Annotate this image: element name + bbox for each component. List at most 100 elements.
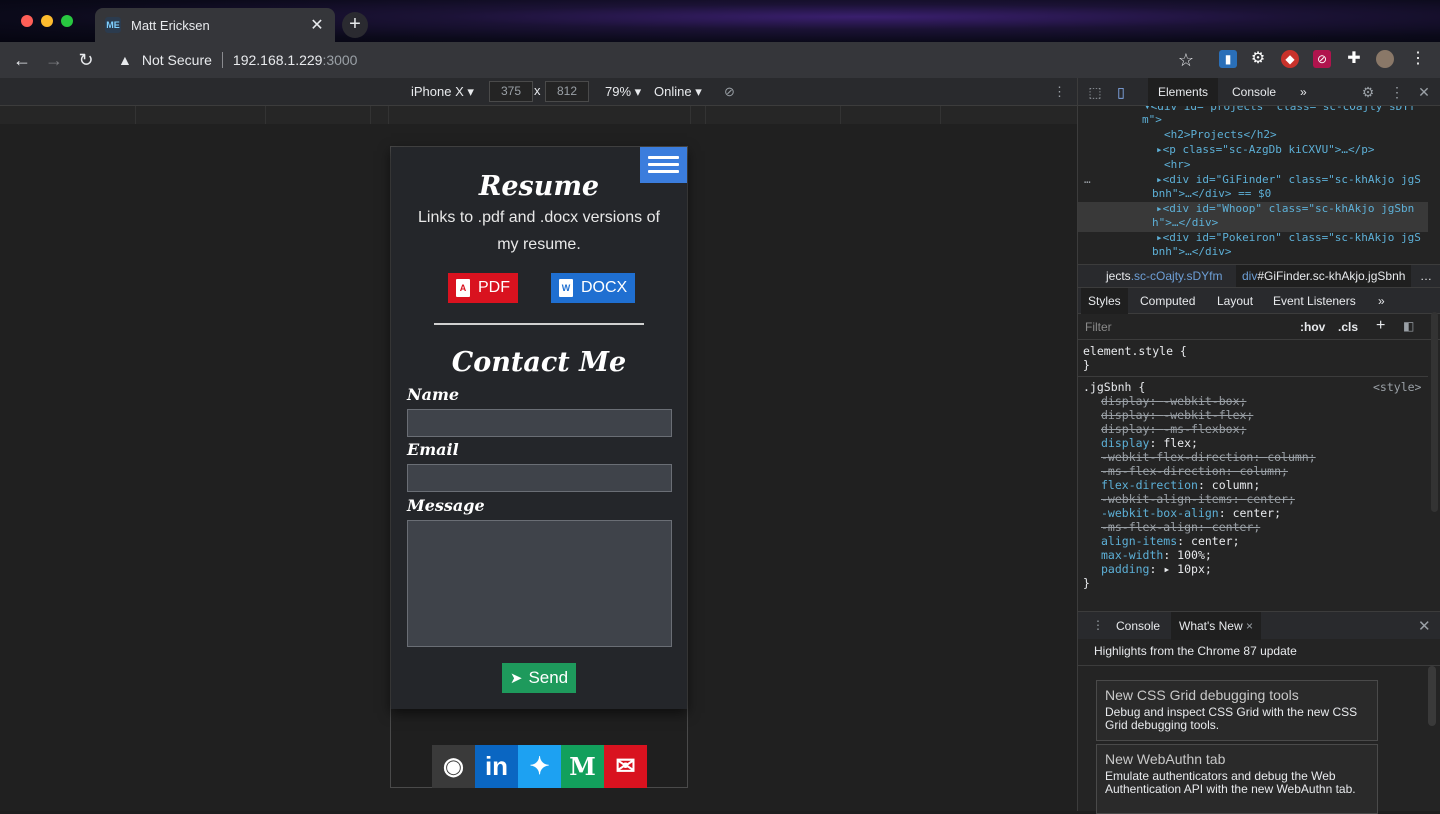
rule-selector[interactable]: .jgSbnh { [1083, 380, 1145, 394]
css-declaration[interactable]: align-items: center; [1101, 534, 1240, 548]
send-button[interactable]: ➤ Send [502, 663, 576, 693]
forward-icon[interactable]: → [44, 50, 64, 70]
toggle-sidebar-icon[interactable]: ◧ [1403, 319, 1414, 333]
email-icon[interactable]: ✉ [604, 745, 647, 788]
back-icon[interactable]: ← [12, 50, 32, 70]
drawer-tab-console[interactable]: Console [1116, 619, 1160, 633]
css-declaration[interactable]: display: -webkit-flex; [1101, 408, 1253, 422]
dom-line[interactable]: h">…</div> [1152, 216, 1218, 230]
zoom-select[interactable]: 79% ▾ [605, 84, 641, 100]
whats-new-card[interactable]: New WebAuthn tab Emulate authenticators … [1096, 744, 1378, 814]
twitter-icon[interactable]: ✦ [518, 745, 561, 788]
drawer-menu-icon[interactable]: ⋮ [1092, 618, 1104, 632]
bookmark-star-icon[interactable]: ☆ [1176, 50, 1196, 70]
css-declaration[interactable]: padding: ▸ 10px; [1101, 562, 1212, 576]
profile-avatar[interactable] [1376, 50, 1394, 68]
css-declaration[interactable]: -webkit-flex-direction: column; [1101, 450, 1316, 464]
dom-line[interactable]: <hr> [1164, 158, 1191, 172]
browser-tab[interactable]: ME Matt Ericksen ✕ [95, 8, 335, 42]
email-label: Email [407, 440, 459, 459]
docx-label: DOCX [581, 279, 628, 296]
message-textarea[interactable] [407, 520, 672, 647]
divider [221, 52, 223, 68]
device-toggle-icon[interactable]: ▯ [1112, 83, 1130, 101]
dom-line-selected[interactable]: ▸<div id="GiFinder" class="sc-khAkjo jgS [1156, 173, 1421, 187]
dom-line[interactable]: ▾<div id="projects" class="sc-cOajty sDY… [1144, 106, 1416, 114]
drawer-tab-whats-new[interactable]: What's New × [1171, 612, 1261, 640]
minimize-window-button[interactable] [41, 15, 53, 27]
browser-menu-icon[interactable]: ⋮ [1409, 50, 1427, 68]
dom-line[interactable]: ▸<div id="Whoop" class="sc-khAkjo jgSbn [1156, 202, 1414, 216]
dom-line[interactable]: m"> [1142, 113, 1162, 127]
dom-line[interactable]: ▸<div id="Pokeiron" class="sc-khAkjo jgS [1156, 231, 1421, 245]
rule-source[interactable]: <style> [1373, 380, 1421, 394]
breadcrumb-item-active[interactable]: div#GiFinder.sc-khAkjo.jgSbnh [1236, 265, 1412, 287]
device-more-icon[interactable]: ⋮ [1053, 84, 1066, 100]
github-icon[interactable]: ◉ [432, 745, 475, 788]
devtools-menu-icon[interactable]: ⋮ [1388, 83, 1406, 101]
more-tabs-icon[interactable]: » [1290, 78, 1317, 106]
reload-icon[interactable]: ↻ [76, 50, 96, 70]
rotate-icon[interactable]: ⊘ [724, 84, 735, 100]
css-declaration[interactable]: max-width: 100%; [1101, 548, 1212, 562]
network-select[interactable]: Online ▾ [654, 84, 702, 100]
css-declaration[interactable]: display: flex; [1101, 436, 1198, 450]
hover-state-toggle[interactable]: :hov [1300, 320, 1325, 334]
tab-layout[interactable]: Layout [1210, 288, 1260, 314]
whats-new-card[interactable]: New CSS Grid debugging tools Debug and i… [1096, 680, 1378, 741]
more-subtabs-icon[interactable]: » [1371, 288, 1392, 314]
height-input[interactable]: 812 [545, 81, 589, 102]
email-field[interactable] [407, 464, 672, 492]
settings-extension-icon[interactable]: ⚙ [1249, 50, 1267, 68]
extension-icon[interactable]: ◆ [1281, 50, 1299, 68]
blocker-extension-icon[interactable]: ⊘ [1313, 50, 1331, 68]
css-declaration[interactable]: -webkit-align-items: center; [1101, 492, 1295, 506]
add-rule-icon[interactable]: + [1376, 317, 1385, 335]
address-bar[interactable]: ▲ Not Secure 192.168.1.229 :3000 [108, 45, 1158, 75]
name-field[interactable] [407, 409, 672, 437]
warning-icon[interactable]: ▲ [118, 52, 132, 68]
bookmark-extension-icon[interactable]: ▮ [1219, 50, 1237, 68]
security-label[interactable]: Not Secure [142, 52, 212, 68]
device-select[interactable]: iPhone X ▾ [411, 84, 474, 100]
drawer-close-icon[interactable]: ✕ [1418, 617, 1431, 635]
css-declaration[interactable]: -webkit-box-align: center; [1101, 506, 1281, 520]
dom-line[interactable]: <h2>Projects</h2> [1164, 128, 1277, 142]
width-input[interactable]: 375 [489, 81, 533, 102]
docx-download-button[interactable]: W DOCX [551, 273, 636, 303]
element-style-rule[interactable]: element.style { [1083, 344, 1187, 358]
tab-computed[interactable]: Computed [1133, 288, 1202, 314]
dom-line-selected[interactable]: bnh">…</div> == $0 [1152, 187, 1271, 201]
class-toggle[interactable]: .cls [1338, 320, 1358, 334]
css-declaration[interactable]: flex-direction: column; [1101, 478, 1260, 492]
tab-elements[interactable]: Elements [1148, 78, 1219, 106]
dom-line[interactable]: bnh">…</div> [1152, 245, 1231, 259]
breadcrumb-more[interactable]: … [1414, 265, 1438, 287]
extensions-puzzle-icon[interactable]: ✚ [1345, 50, 1363, 68]
dom-dots[interactable]: … [1084, 173, 1091, 187]
devtools-settings-icon[interactable]: ⚙ [1359, 83, 1377, 101]
maximize-window-button[interactable] [61, 15, 73, 27]
styles-scrollbar[interactable] [1431, 312, 1438, 512]
css-declaration[interactable]: display: -webkit-box; [1101, 394, 1246, 408]
dom-line[interactable]: ▸<p class="sc-AzgDb kiCXVU">…</p> [1156, 143, 1375, 157]
tab-event-listeners[interactable]: Event Listeners [1266, 288, 1363, 314]
css-declaration[interactable]: -ms-flex-align: center; [1101, 520, 1260, 534]
css-declaration[interactable]: -ms-flex-direction: column; [1101, 464, 1288, 478]
breadcrumb-item[interactable]: jects.sc-cOajty.sDYfm [1100, 265, 1228, 287]
css-declaration[interactable]: display: -ms-flexbox; [1101, 422, 1246, 436]
pdf-download-button[interactable]: A PDF [448, 273, 518, 303]
devtools-close-icon[interactable]: ✕ [1415, 83, 1433, 101]
url-port: :3000 [322, 52, 358, 68]
drawer-scrollbar[interactable] [1428, 666, 1436, 726]
new-tab-button[interactable]: + [342, 12, 368, 38]
inspect-element-icon[interactable]: ⬚ [1086, 83, 1104, 101]
device-viewport: Resume Links to .pdf and .docx versions … [0, 124, 1077, 811]
linkedin-icon[interactable]: in [475, 745, 518, 788]
tab-close-icon[interactable]: ✕ [309, 15, 325, 35]
tab-console[interactable]: Console [1222, 78, 1286, 106]
close-window-button[interactable] [21, 15, 33, 27]
tab-styles[interactable]: Styles [1081, 288, 1128, 314]
styles-filter-input[interactable]: Filter [1085, 320, 1112, 334]
medium-icon[interactable]: M [561, 745, 604, 788]
